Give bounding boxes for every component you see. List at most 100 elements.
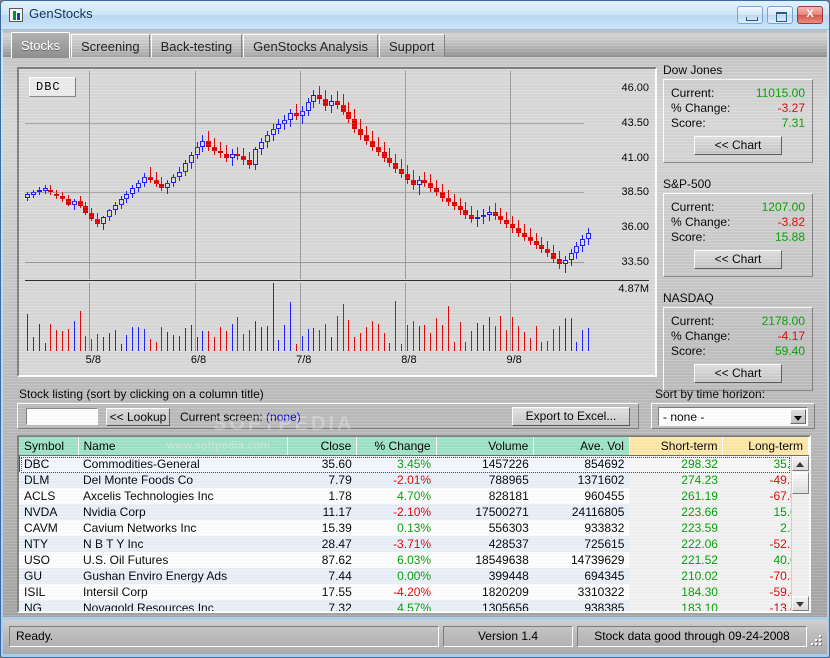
volume-bar bbox=[284, 325, 286, 351]
table-row[interactable]: GU Gushan Enviro Energy Ads 7.44 0.00% 39944… bbox=[19, 568, 809, 584]
column-header-short-term[interactable]: Short-term bbox=[629, 437, 724, 456]
lookup-button[interactable]: << Lookup bbox=[106, 408, 170, 426]
y-tick-label: 36.00 bbox=[621, 221, 649, 233]
x-axis-pane: 5/8 6/8 7/8 8/8 9/8 bbox=[21, 351, 653, 373]
cell-close: 7.32 bbox=[287, 600, 357, 611]
resize-grip-icon[interactable] bbox=[809, 635, 823, 649]
tab-support[interactable]: Support bbox=[379, 34, 445, 58]
chevron-down-icon[interactable] bbox=[790, 409, 806, 424]
tab-back-testing[interactable]: Back-testing bbox=[150, 34, 243, 58]
cell-volume: 1820209 bbox=[436, 584, 534, 600]
tab-strip: Stocks Screening Back-testing GenStocks Ana… bbox=[3, 30, 827, 58]
index-stat-row: % Change: -3.82 bbox=[671, 215, 805, 230]
cell-name: Novagold Resources Inc bbox=[78, 600, 288, 611]
volume-bar bbox=[67, 329, 69, 351]
stock-listing-table[interactable]: Symbol Name Close% Change Volume Ave. Vol Sho… bbox=[17, 435, 811, 613]
cell-volume: 1457226 bbox=[436, 455, 534, 472]
index-stat-value: 59.40 bbox=[774, 344, 805, 358]
index-stat-value: 11015.00 bbox=[755, 86, 805, 100]
time-horizon-group: - none - bbox=[651, 403, 815, 429]
minimize-button[interactable] bbox=[737, 6, 763, 24]
table-row[interactable]: ISIL Intersil Corp 17.55 -4.20% 1820209 33103… bbox=[19, 584, 809, 600]
symbol-search-input[interactable] bbox=[26, 408, 98, 425]
cell-ave-vol: 3310322 bbox=[533, 584, 630, 600]
candlestick bbox=[65, 71, 71, 279]
tab-screening[interactable]: Screening bbox=[71, 34, 150, 58]
index-group-s-p-500: S&P-500 Current: 1207.00% Change: -3.82 Scor… bbox=[663, 177, 813, 277]
column-header-name[interactable]: Name bbox=[78, 437, 289, 456]
volume-bar bbox=[295, 343, 297, 351]
volume-bar bbox=[173, 335, 175, 351]
export-to-excel-button[interactable]: Export to Excel... bbox=[512, 407, 630, 426]
table-row[interactable]: DBC Commodities-General 35.60 3.45% 1457226 8… bbox=[19, 455, 809, 472]
candlestick bbox=[440, 71, 446, 279]
column-header-volume[interactable]: Volume bbox=[436, 437, 535, 456]
time-horizon-select[interactable]: - none - bbox=[658, 407, 808, 426]
cell-symbol: ISIL bbox=[19, 584, 78, 600]
status-bar: Ready. Version 1.4 Stock data good throu… bbox=[3, 620, 827, 654]
index-chart-button[interactable]: << Chart bbox=[694, 136, 782, 155]
column-header-long-term[interactable]: Long-term bbox=[722, 437, 809, 456]
maximize-button[interactable] bbox=[767, 6, 793, 24]
candlestick bbox=[492, 71, 498, 279]
volume-bar bbox=[395, 301, 397, 351]
candlestick bbox=[381, 71, 387, 279]
volume-bar bbox=[313, 328, 315, 351]
volume-bar bbox=[477, 322, 479, 351]
volume-bar bbox=[254, 320, 256, 351]
candlestick bbox=[364, 71, 370, 279]
close-button[interactable]: X bbox=[797, 6, 823, 24]
index-chart-button[interactable]: << Chart bbox=[694, 250, 782, 269]
volume-bar bbox=[184, 327, 186, 351]
table-row[interactable]: CAVM Cavium Networks Inc 15.39 0.13% 556303 9… bbox=[19, 520, 809, 536]
volume-bar bbox=[518, 325, 519, 351]
table-row[interactable]: DLM Del Monte Foods Co 7.79 -2.01% 788965 137… bbox=[19, 472, 809, 488]
candlestick bbox=[188, 71, 194, 279]
tab-genstocks-analysis[interactable]: GenStocks Analysis bbox=[243, 34, 378, 58]
volume-bar bbox=[535, 325, 537, 351]
cell-name: Del Monte Foods Co bbox=[78, 472, 288, 488]
column-header-ave-vol[interactable]: Ave. Vol bbox=[533, 437, 630, 456]
current-screen-value[interactable]: (none) bbox=[266, 410, 301, 424]
candlestick bbox=[100, 71, 106, 279]
price-pane: 46.00 43.50 41.00 38.50 36.00 33.50 DBC bbox=[21, 71, 653, 279]
table-row[interactable]: NG Novagold Resources Inc 7.32 4.57% 1305656… bbox=[19, 600, 809, 611]
table-scrollbar[interactable] bbox=[791, 456, 809, 611]
tab-stocks[interactable]: Stocks bbox=[11, 32, 71, 58]
cell-symbol: NG bbox=[19, 600, 78, 611]
cell-volume: 556303 bbox=[436, 520, 534, 536]
scrollbar-thumb[interactable] bbox=[792, 472, 809, 494]
scroll-up-icon[interactable] bbox=[792, 456, 809, 471]
candlestick bbox=[527, 71, 533, 279]
column-header-close[interactable]: Close bbox=[287, 437, 358, 456]
scroll-down-icon[interactable] bbox=[792, 596, 809, 611]
chart-gridline-v bbox=[299, 283, 301, 351]
volume-bar bbox=[301, 335, 303, 351]
volume-bar bbox=[436, 318, 438, 351]
volume-bar bbox=[453, 342, 455, 351]
candlestick bbox=[159, 71, 165, 279]
index-chart-button[interactable]: << Chart bbox=[694, 364, 782, 383]
table-row[interactable]: ACLS Axcelis Technologies Inc 1.78 4.70% 828… bbox=[19, 488, 809, 504]
cell-ave-vol: 854692 bbox=[533, 455, 630, 472]
cell-close: 1.78 bbox=[287, 488, 357, 504]
volume-bar bbox=[225, 331, 227, 351]
column-header--change[interactable]: % Change bbox=[356, 437, 437, 456]
volume-bar bbox=[126, 335, 128, 351]
index-group-dow-jones: Dow Jones Current: 11015.00% Change: -3.27 S… bbox=[663, 63, 813, 163]
cell-change: 4.70% bbox=[356, 488, 437, 504]
price-chart-panel[interactable]: 46.00 43.50 41.00 38.50 36.00 33.50 DBC 4.87M… bbox=[17, 67, 657, 377]
title-bar: GenStocks X bbox=[1, 1, 829, 30]
time-horizon-value: - none - bbox=[663, 410, 705, 424]
volume-bar bbox=[342, 303, 344, 351]
column-header-symbol[interactable]: Symbol bbox=[19, 437, 79, 456]
index-group-nasdaq: NASDAQ Current: 2178.00% Change: -4.17 Score… bbox=[663, 291, 813, 391]
table-row[interactable]: USO U.S. Oil Futures 87.62 6.03% 18549638 147… bbox=[19, 552, 809, 568]
cell-name: Nvidia Corp bbox=[78, 504, 288, 520]
table-row[interactable]: NVDA Nvidia Corp 11.17 -2.10% 17500271 241168… bbox=[19, 504, 809, 520]
volume-bar bbox=[325, 323, 327, 351]
table-row[interactable]: NTY N B T Y Inc 28.47 -3.71% 428537 725615 222… bbox=[19, 536, 809, 552]
chart-gridline-v bbox=[89, 283, 91, 351]
cell-short-term: 221.52 bbox=[629, 552, 723, 568]
index-stat-label: Score: bbox=[671, 344, 706, 358]
